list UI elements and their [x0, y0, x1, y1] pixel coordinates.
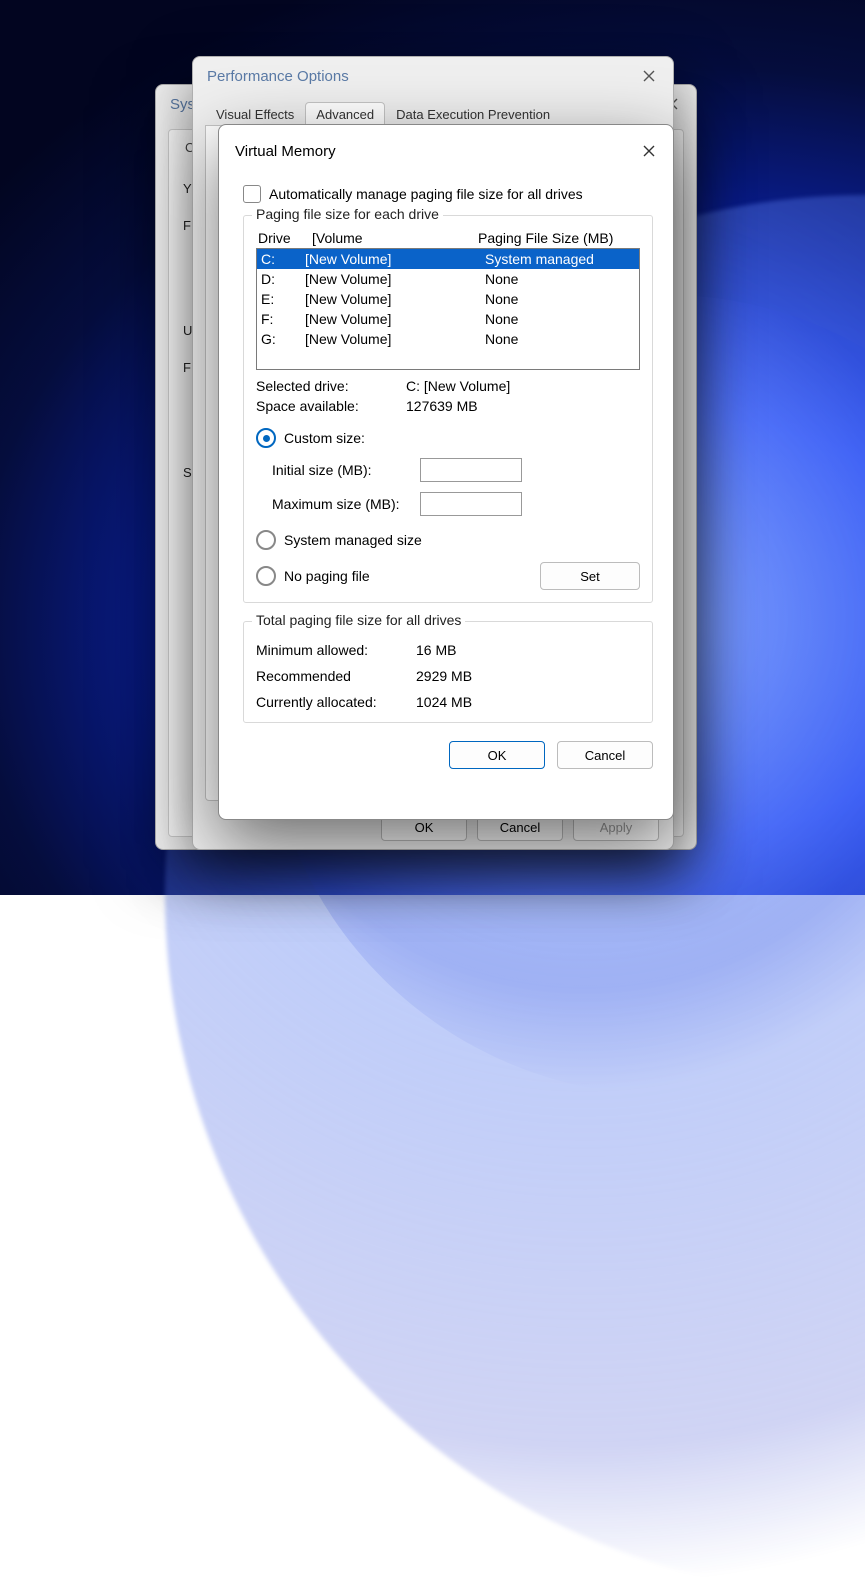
drive-letter: D: — [261, 269, 305, 289]
drive-letter: G: — [261, 329, 305, 349]
drive-letter: E: — [261, 289, 305, 309]
drive-list[interactable]: C:[New Volume]System managedD:[New Volum… — [256, 248, 640, 370]
auto-manage-checkbox[interactable] — [243, 185, 261, 203]
ok-button[interactable]: OK — [449, 741, 545, 769]
virtual-memory-dialog: Virtual Memory Automatically manage pagi… — [218, 124, 674, 820]
header-volume: [Volume — [312, 230, 478, 246]
drive-row[interactable]: F:[New Volume]None — [257, 309, 639, 329]
drive-row[interactable]: D:[New Volume]None — [257, 269, 639, 289]
system-managed-label: System managed size — [284, 532, 422, 548]
drive-volume: [New Volume] — [305, 249, 485, 269]
close-icon[interactable] — [633, 60, 665, 92]
drive-volume: [New Volume] — [305, 269, 485, 289]
min-allowed-label: Minimum allowed: — [256, 642, 416, 658]
drive-row[interactable]: E:[New Volume]None — [257, 289, 639, 309]
space-available-label: Space available: — [256, 398, 406, 414]
drives-group-legend: Paging file size for each drive — [252, 206, 443, 222]
auto-manage-label: Automatically manage paging file size fo… — [269, 186, 583, 202]
selected-drive-label: Selected drive: — [256, 378, 406, 394]
recommended-label: Recommended — [256, 668, 416, 684]
min-allowed-value: 16 MB — [416, 642, 456, 658]
maximum-size-input[interactable] — [420, 492, 522, 516]
initial-size-label: Initial size (MB): — [272, 462, 420, 478]
recommended-value: 2929 MB — [416, 668, 472, 684]
header-drive: Drive — [258, 230, 312, 246]
performance-options-title: Performance Options — [207, 68, 349, 85]
system-managed-radio[interactable] — [256, 530, 276, 550]
no-paging-label: No paging file — [284, 568, 370, 584]
drive-volume: [New Volume] — [305, 309, 485, 329]
drive-paging-size: None — [485, 289, 635, 309]
drive-volume: [New Volume] — [305, 329, 485, 349]
custom-size-label: Custom size: — [284, 430, 365, 446]
drive-letter: F: — [261, 309, 305, 329]
space-available-value: 127639 MB — [406, 398, 478, 414]
current-allocated-value: 1024 MB — [416, 694, 472, 710]
drive-volume: [New Volume] — [305, 289, 485, 309]
drive-paging-size: None — [485, 329, 635, 349]
drive-paging-size: None — [485, 309, 635, 329]
totals-group-legend: Total paging file size for all drives — [252, 612, 465, 628]
initial-size-input[interactable] — [420, 458, 522, 482]
selected-drive-value: C: [New Volume] — [406, 378, 510, 394]
no-paging-radio[interactable] — [256, 566, 276, 586]
drive-row[interactable]: C:[New Volume]System managed — [257, 249, 639, 269]
custom-size-radio[interactable] — [256, 428, 276, 448]
header-paging-size: Paging File Size (MB) — [478, 230, 638, 246]
drive-paging-size: System managed — [485, 249, 635, 269]
close-icon[interactable] — [633, 135, 665, 167]
virtual-memory-title: Virtual Memory — [235, 143, 336, 160]
drive-row[interactable]: G:[New Volume]None — [257, 329, 639, 349]
set-button[interactable]: Set — [540, 562, 640, 590]
drive-paging-size: None — [485, 269, 635, 289]
current-allocated-label: Currently allocated: — [256, 694, 416, 710]
cancel-button[interactable]: Cancel — [557, 741, 653, 769]
maximum-size-label: Maximum size (MB): — [272, 496, 420, 512]
drive-letter: C: — [261, 249, 305, 269]
